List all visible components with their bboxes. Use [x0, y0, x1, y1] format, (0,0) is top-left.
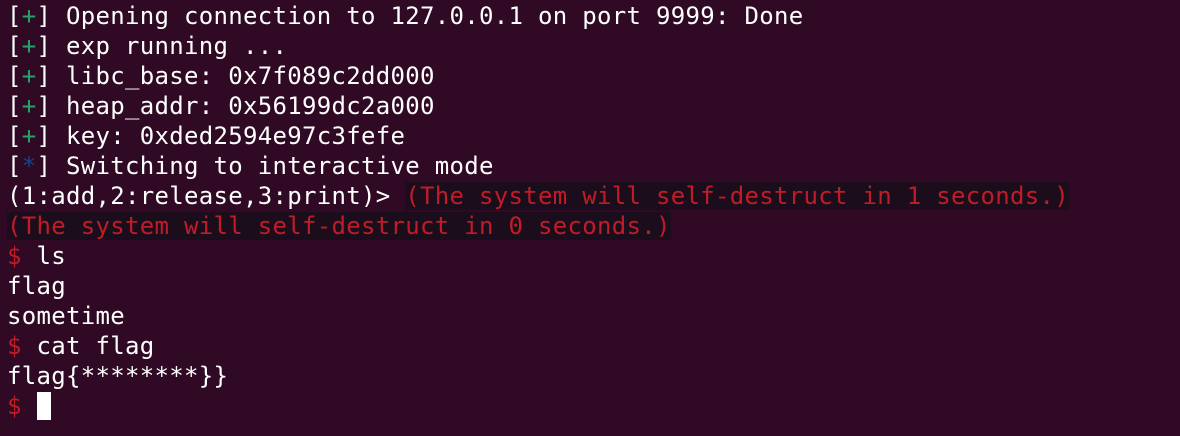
shell-prompt: $ — [7, 392, 22, 420]
warning-line: (The system will self-destruct in 0 seco… — [0, 211, 1180, 241]
self-destruct-warning: (The system will self-destruct in 0 seco… — [7, 212, 671, 240]
self-destruct-warning: (The system will self-destruct in 1 seco… — [405, 182, 1069, 210]
status-line-heap-addr: [+] heap_addr: 0x56199dc2a000 — [7, 92, 435, 120]
status-text: Switching to interactive mode — [51, 152, 494, 180]
text-cursor[interactable] — [36, 392, 51, 420]
plus-marker: + — [21, 92, 37, 120]
status-text: libc_base: 0x7f089c2dd000 — [51, 62, 435, 90]
menu-line: (1:add,2:release,3:print)> (The system w… — [0, 181, 1180, 211]
output-line: flag — [7, 272, 66, 300]
star-marker: * — [21, 152, 37, 180]
plus-marker: + — [21, 62, 37, 90]
output-line: flag{********}} — [7, 362, 229, 390]
command-line-ls: $ ls — [0, 241, 1180, 271]
terminal-window[interactable]: [+] Opening connection to 127.0.0.1 on p… — [0, 0, 1180, 436]
input-line[interactable]: $ — [0, 391, 1180, 421]
shell-prompt: $ — [7, 242, 22, 270]
menu-prompt: (1:add,2:release,3:print)> — [7, 182, 391, 210]
status-text: heap_addr: 0x56199dc2a000 — [51, 92, 435, 120]
command-line-cat: $ cat flag — [0, 331, 1180, 361]
command-text: ls — [21, 242, 66, 270]
status-line-libc-base: [+] libc_base: 0x7f089c2dd000 — [7, 62, 435, 90]
status-line-key: [+] key: 0xded2594e97c3fefe — [7, 122, 406, 150]
plus-marker: + — [21, 122, 37, 150]
status-line-exp: [+] exp running ... — [7, 32, 288, 60]
command-text: cat flag — [21, 332, 155, 360]
status-text: Opening connection to 127.0.0.1 on port … — [51, 2, 804, 30]
status-line-interactive: [*] Switching to interactive mode — [7, 152, 494, 180]
output-line: sometime — [7, 302, 125, 330]
plus-marker: + — [21, 2, 37, 30]
status-text: key: 0xded2594e97c3fefe — [51, 122, 406, 150]
status-line-connection: [+] Opening connection to 127.0.0.1 on p… — [7, 2, 804, 30]
status-text: exp running ... — [51, 32, 288, 60]
shell-prompt: $ — [7, 332, 22, 360]
plus-marker: + — [21, 32, 37, 60]
